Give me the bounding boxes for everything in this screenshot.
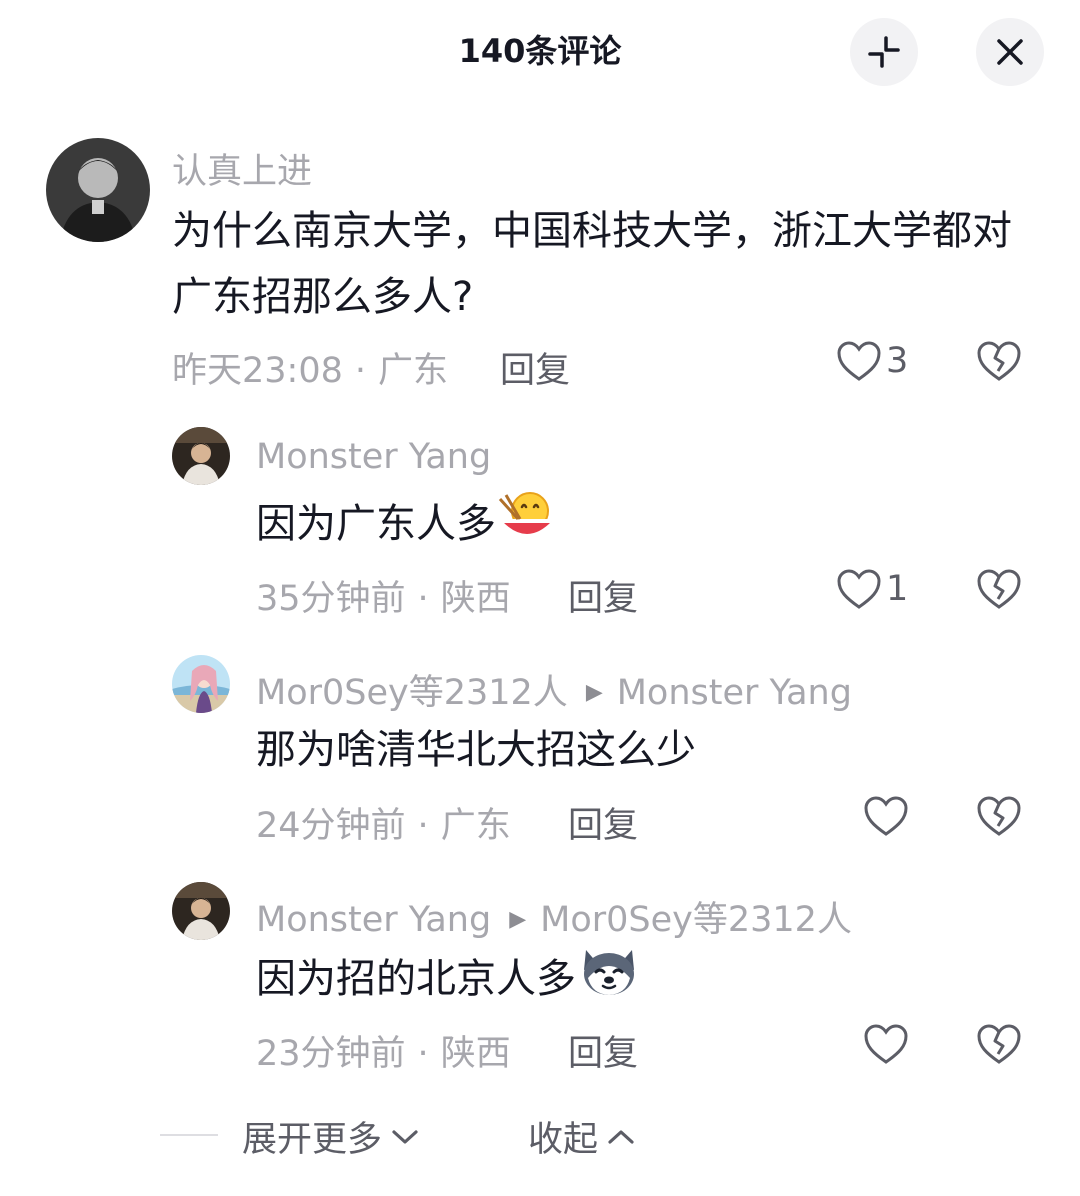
reply-arrow-icon: ▶ (585, 680, 603, 705)
husky-emoji (578, 944, 640, 1018)
broken-heart-icon (977, 1024, 1021, 1064)
comment-time: 昨天23:08 (172, 351, 343, 391)
close-button[interactable] (976, 18, 1044, 86)
comment-username[interactable]: 认真上进 (172, 143, 312, 194)
dislike-button[interactable] (976, 795, 1022, 841)
collapse-button[interactable] (850, 18, 918, 86)
avatar[interactable] (172, 882, 230, 940)
comment-meta: 23分钟前 · 陕西 (256, 1034, 511, 1074)
broken-heart-icon (977, 569, 1021, 609)
comment-location: 陕西 (440, 579, 511, 619)
broken-heart-icon (977, 341, 1021, 381)
reply-button[interactable]: 回复 (500, 342, 570, 393)
comment-content: 因为招的北京人多 (256, 944, 1016, 1018)
comment-content: 那为啥清华北大招这么少 (256, 727, 696, 773)
collapse-replies-label: 收起 (528, 1120, 599, 1160)
avatar[interactable] (172, 655, 230, 713)
comment-content: 因为广东人多 (256, 489, 1016, 563)
expand-more-button[interactable]: 展开更多 (242, 1111, 420, 1162)
avatar[interactable] (46, 138, 150, 242)
expand-more-label: 展开更多 (242, 1120, 383, 1160)
like-count: 3 (886, 341, 909, 381)
chevron-up-icon (608, 1129, 634, 1144)
comment-username: Mor0Sey等2312人 ▶ Monster Yang (256, 664, 852, 715)
chevron-down-icon (392, 1129, 418, 1144)
reply-author[interactable]: Monster Yang (256, 900, 491, 940)
comment-location: 广东 (378, 351, 449, 391)
comment-count-title: 140条评论 (458, 32, 622, 70)
comment-time: 24分钟前 (256, 806, 406, 846)
comment-username[interactable]: Monster Yang (256, 437, 491, 477)
like-button[interactable]: 3 (836, 340, 908, 382)
dislike-button[interactable] (976, 568, 1022, 614)
comment-time: 35分钟前 (256, 579, 406, 619)
reply-author[interactable]: Mor0Sey等2312人 (256, 673, 568, 713)
footer-divider (160, 1134, 218, 1136)
broken-heart-icon (977, 796, 1021, 836)
reply-target[interactable]: Mor0Sey等2312人 (540, 900, 852, 940)
comment-location: 广东 (440, 806, 511, 846)
eating-noodles-emoji (498, 489, 556, 563)
close-icon (997, 39, 1023, 65)
comments-header: 140条评论 (0, 0, 1080, 100)
collapse-icon (868, 36, 900, 68)
comment-text: 因为招的北京人多 (256, 956, 576, 1002)
reply-button[interactable]: 回复 (568, 797, 638, 848)
comment-location: 陕西 (440, 1034, 511, 1074)
dislike-button[interactable] (976, 1023, 1022, 1069)
heart-icon (837, 341, 881, 381)
comment-username: Monster Yang ▶ Mor0Sey等2312人 (256, 891, 852, 942)
like-button[interactable] (863, 795, 909, 837)
comment-meta: 昨天23:08 · 广东 (172, 351, 449, 391)
dislike-button[interactable] (976, 340, 1022, 386)
heart-icon (864, 796, 908, 836)
comment-time: 23分钟前 (256, 1034, 406, 1074)
comment-meta: 24分钟前 · 广东 (256, 806, 511, 846)
collapse-replies-button[interactable]: 收起 (528, 1111, 636, 1162)
comment-content: 为什么南京大学，中国科技大学，浙江大学都对广东招那么多人? (172, 208, 1012, 320)
reply-button[interactable]: 回复 (568, 1025, 638, 1076)
heart-icon (837, 569, 881, 609)
like-button[interactable]: 1 (836, 568, 908, 610)
avatar[interactable] (172, 427, 230, 485)
reply-target[interactable]: Monster Yang (617, 673, 852, 713)
heart-icon (864, 1024, 908, 1064)
reply-button[interactable]: 回复 (568, 570, 638, 621)
comment-meta: 35分钟前 · 陕西 (256, 579, 511, 619)
like-button[interactable] (863, 1023, 909, 1065)
comment-text: 因为广东人多 (256, 501, 496, 547)
reply-arrow-icon: ▶ (509, 907, 527, 932)
like-count: 1 (886, 569, 909, 609)
